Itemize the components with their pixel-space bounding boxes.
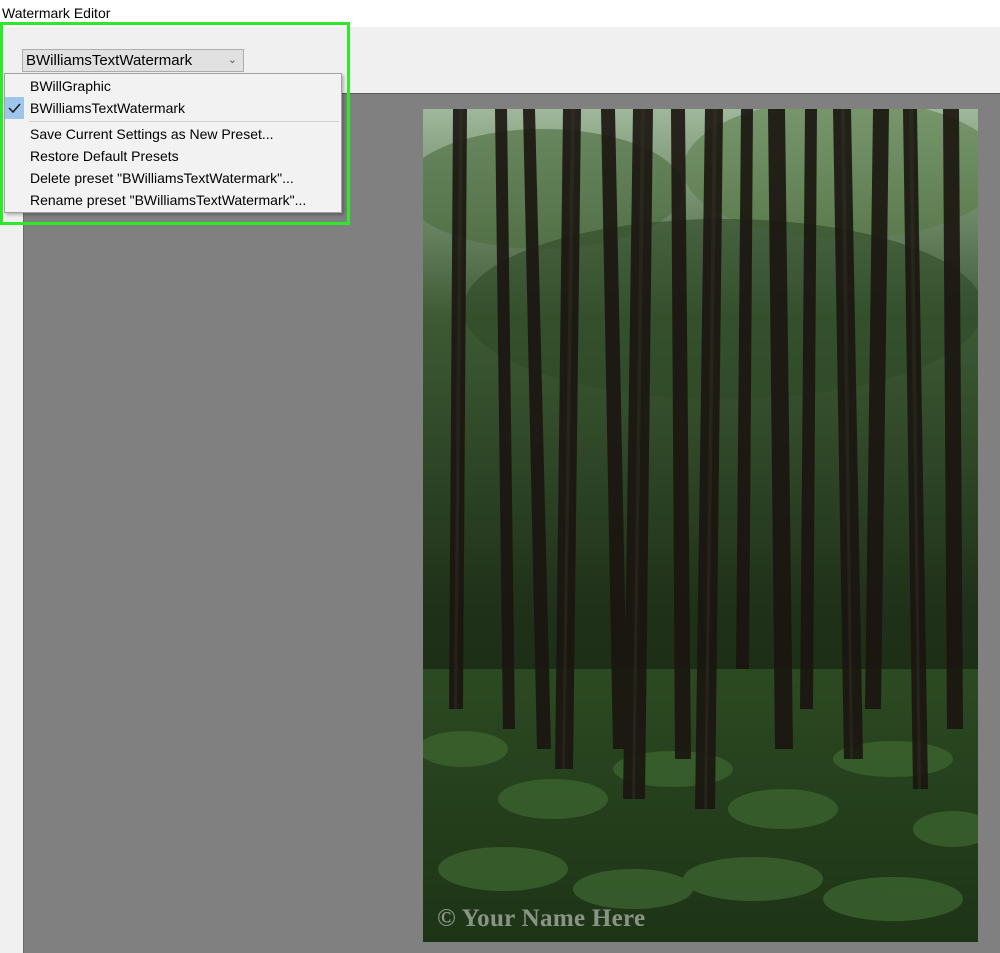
watermark-text[interactable]: © Your Name Here: [437, 905, 645, 933]
menu-item-label: Delete preset "BWilliamsTextWatermark"..…: [30, 170, 294, 186]
menu-item-delete-preset[interactable]: Delete preset "BWilliamsTextWatermark"..…: [5, 167, 341, 189]
menu-item-save-new-preset[interactable]: Save Current Settings as New Preset...: [5, 123, 341, 145]
preset-dropdown[interactable]: BWilliamsTextWatermark ⌄: [22, 49, 244, 72]
menu-item-label: Restore Default Presets: [30, 148, 179, 164]
title-bar: Watermark Editor: [0, 0, 1000, 27]
checkmark-icon: [5, 97, 24, 119]
left-panel-edge: [0, 93, 23, 953]
preview-photo: © Your Name Here: [423, 109, 978, 942]
menu-item-label: Rename preset "BWilliamsTextWatermark"..…: [30, 192, 307, 208]
menu-item-restore-defaults[interactable]: Restore Default Presets: [5, 145, 341, 167]
menu-item-label: BWilliamsTextWatermark: [30, 100, 186, 116]
menu-item-preset-bwillgraphic[interactable]: BWillGraphic: [5, 75, 341, 97]
menu-item-label: Save Current Settings as New Preset...: [30, 126, 274, 142]
menu-item-preset-bwilliamstextwatermark[interactable]: BWilliamsTextWatermark: [5, 97, 341, 119]
menu-item-rename-preset[interactable]: Rename preset "BWilliamsTextWatermark"..…: [5, 189, 341, 211]
forest-image: [423, 109, 978, 942]
chevron-down-icon: ⌄: [227, 54, 237, 66]
menu-separator: [29, 121, 339, 122]
menu-item-label: BWillGraphic: [30, 78, 111, 94]
preset-menu: BWillGraphic BWilliamsTextWatermark Save…: [4, 73, 342, 213]
window-title: Watermark Editor: [2, 5, 111, 21]
preset-dropdown-value: BWilliamsTextWatermark: [26, 52, 193, 69]
